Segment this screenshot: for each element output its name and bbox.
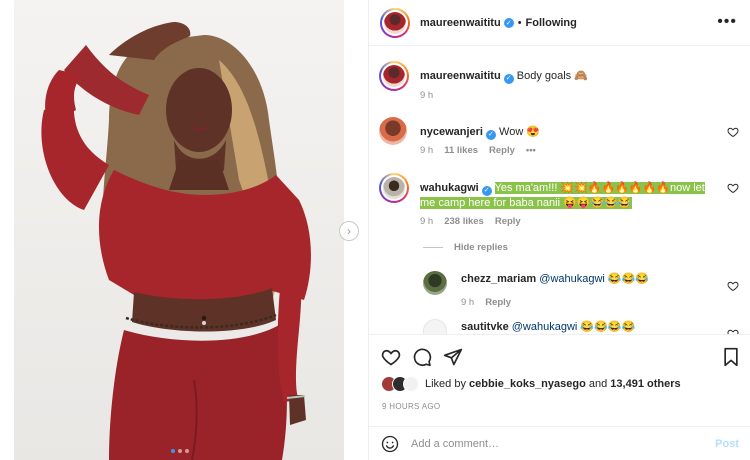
post-photo[interactable]	[14, 0, 344, 460]
comment-body: wahukagwi ✓ Yes ma'am!!! 💥💥🔥🔥🔥🔥🔥🔥now let …	[420, 181, 720, 210]
like-icon[interactable]	[381, 347, 401, 367]
liker-avatar[interactable]	[403, 376, 419, 392]
reply-username[interactable]: sautitvke	[461, 321, 509, 333]
emoji-icon[interactable]	[381, 435, 399, 453]
next-image-button[interactable]: ›	[339, 221, 359, 241]
likes-prefix: Liked by	[425, 378, 470, 390]
share-icon[interactable]	[443, 347, 463, 367]
more-options-icon[interactable]: •••	[717, 13, 737, 31]
carousel-dot-active	[171, 449, 175, 453]
caption-body: maureenwaititu ✓ Body goals 🙈	[420, 69, 720, 84]
commenter-avatar[interactable]	[379, 117, 407, 145]
hide-replies-label: Hide replies	[454, 242, 508, 253]
comment-body: nycewanjeri ✓ Wow 😍	[420, 125, 720, 140]
reply-time[interactable]: 9 h	[461, 297, 474, 308]
carousel-dots	[171, 449, 189, 453]
post-media: ›	[0, 0, 368, 460]
author-username[interactable]: maureenwaititu	[420, 17, 501, 29]
reply-button[interactable]: Reply	[485, 297, 511, 308]
reply-avatar[interactable]	[423, 319, 447, 334]
verified-icon: ✓	[503, 17, 514, 28]
heart-icon[interactable]	[727, 280, 739, 292]
post-panel: maureenwaititu ✓ • Following ••• maureen…	[368, 0, 750, 460]
bookmark-icon[interactable]	[721, 347, 741, 367]
commenter-avatar[interactable]	[379, 173, 409, 203]
comment-time[interactable]: 9 h	[420, 216, 433, 227]
reply-body: sautitvke @wahukagwi 😂😂😂😂	[461, 320, 750, 334]
comment-time[interactable]: 9 h	[420, 145, 433, 156]
reply-meta: 9 h Reply	[461, 297, 511, 308]
caption-avatar[interactable]	[379, 61, 409, 91]
caption-time[interactable]: 9 h	[420, 90, 433, 101]
following-button[interactable]: Following	[526, 17, 577, 29]
reply-button[interactable]: Reply	[495, 216, 521, 227]
comment-likes[interactable]: 11 likes	[444, 145, 478, 156]
reply-body: chezz_mariam @wahukagwi 😂😂😂	[461, 272, 750, 286]
reply-username[interactable]: chezz_mariam	[461, 273, 536, 285]
comment-meta: 9 h 11 likes Reply •••	[420, 145, 536, 156]
hide-replies-button[interactable]: Hide replies	[423, 242, 508, 253]
reply-avatar[interactable]	[423, 271, 447, 295]
likes-text: Liked by cebbie_koks_nyasego and 13,491 …	[425, 378, 681, 390]
chevron-right-icon: ›	[347, 224, 351, 238]
likes-count[interactable]: 13,491 others	[610, 378, 680, 390]
verified-icon: ✓	[503, 74, 514, 84]
comment-meta: 9 h 238 likes Reply	[420, 216, 521, 227]
follow-separator: •	[517, 16, 522, 29]
add-comment-bar: Post	[369, 426, 750, 460]
heart-icon[interactable]	[727, 182, 739, 194]
comment-username[interactable]: nycewanjeri	[420, 126, 483, 138]
author-avatar[interactable]	[380, 7, 410, 38]
carousel-dot	[185, 449, 189, 453]
liker-username[interactable]: cebbie_koks_nyasego	[469, 378, 586, 390]
comment-likes[interactable]: 238 likes	[444, 216, 484, 227]
caption-meta: 9 h	[420, 90, 433, 101]
comment-username[interactable]: wahukagwi	[420, 182, 479, 194]
reply-mention[interactable]: @wahukagwi	[512, 321, 578, 333]
reply-button[interactable]: Reply	[489, 145, 515, 156]
heart-icon[interactable]	[727, 126, 739, 138]
likes-summary: Liked by cebbie_koks_nyasego and 13,491 …	[381, 376, 681, 392]
divider	[423, 247, 443, 248]
likes-middle: and	[585, 378, 611, 390]
post-header: maureenwaititu ✓ • Following •••	[369, 0, 750, 46]
reply-text: 😂😂😂	[604, 273, 650, 285]
post-timestamp[interactable]: 9 HOURS AGO	[382, 402, 440, 411]
caption-username[interactable]: maureenwaititu	[420, 70, 501, 82]
reply-mention[interactable]: @wahukagwi	[539, 273, 605, 285]
photo-illustration	[41, 22, 311, 460]
comment-more-icon[interactable]: •••	[526, 145, 536, 156]
post-actions	[369, 334, 750, 380]
carousel-dot	[178, 449, 182, 453]
comment-icon[interactable]	[412, 347, 432, 367]
post-comment-button[interactable]: Post	[715, 438, 739, 450]
verified-icon: ✓	[485, 130, 496, 140]
caption-text: Body goals 🙈	[516, 70, 588, 82]
verified-icon: ✓	[481, 186, 492, 196]
comments-list[interactable]: maureenwaititu ✓ Body goals 🙈 9 h nycewan…	[369, 47, 750, 334]
comment-text: Wow 😍	[499, 126, 541, 138]
reply-text: 😂😂😂😂	[577, 321, 636, 333]
comment-input[interactable]	[411, 434, 701, 454]
